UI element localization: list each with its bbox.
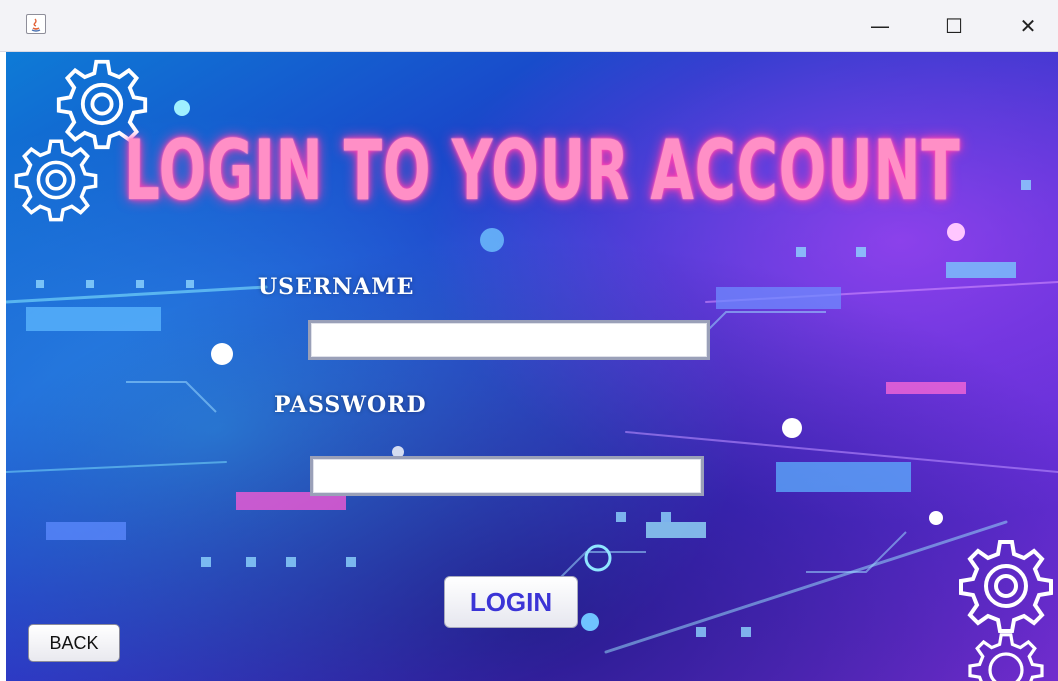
gear-icon	[959, 540, 1053, 633]
java-app-icon[interactable]	[26, 14, 46, 34]
maximize-button[interactable]: ☐	[926, 0, 982, 52]
gear-icon	[968, 633, 1044, 681]
page-title: LOGIN TO YOUR ACCOUNT	[124, 122, 961, 219]
username-input[interactable]	[308, 320, 710, 360]
password-input[interactable]	[310, 456, 704, 496]
back-button[interactable]: BACK	[28, 624, 120, 662]
minimize-button[interactable]: —	[852, 0, 908, 52]
login-panel: LOGIN TO YOUR ACCOUNT USERNAME PASSWORD …	[6, 52, 1058, 681]
password-label: PASSWORD	[274, 392, 427, 418]
login-button[interactable]: LOGIN	[444, 576, 578, 628]
username-label: USERNAME	[258, 274, 415, 300]
close-button[interactable]: ✕	[1000, 0, 1056, 52]
gear-icon	[14, 139, 98, 222]
window-title-bar: — ☐ ✕	[0, 0, 1058, 52]
